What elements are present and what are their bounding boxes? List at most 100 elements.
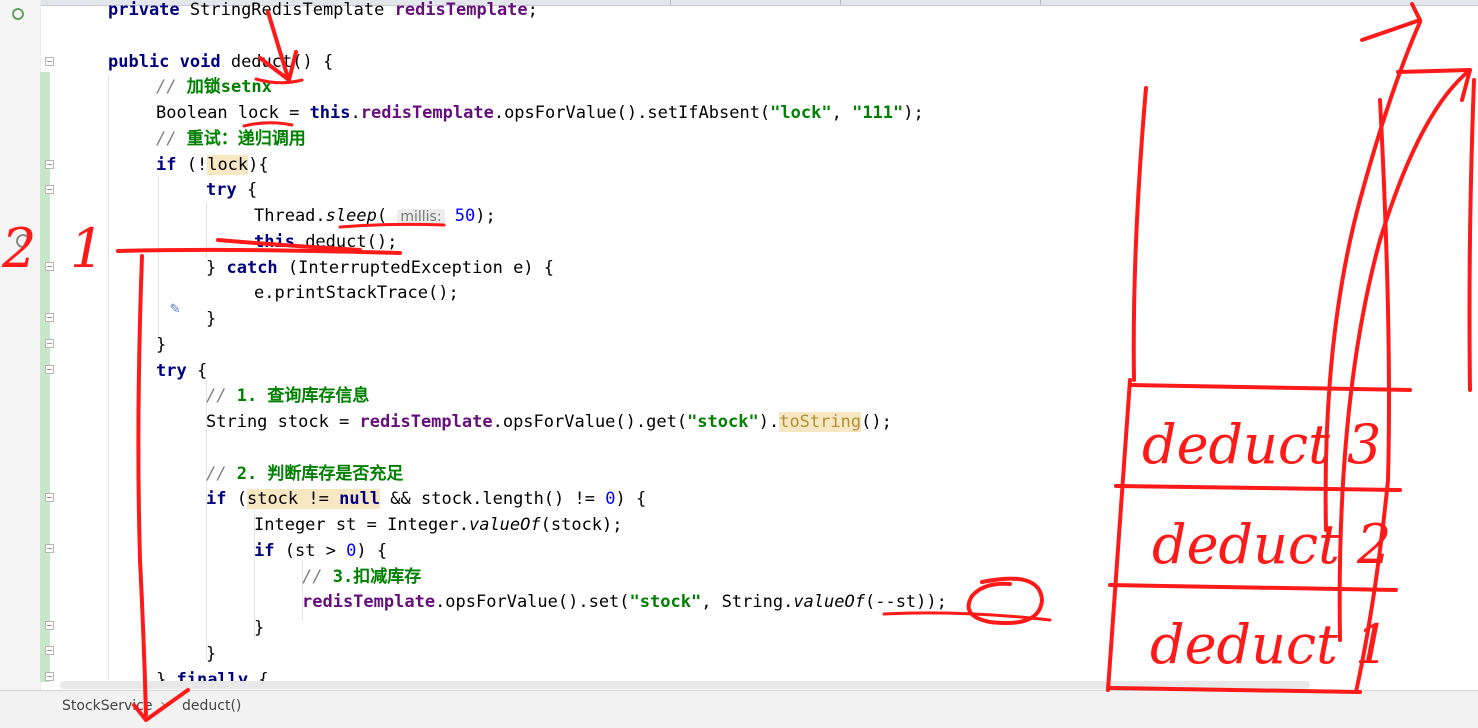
breadcrumb-method[interactable]: deduct() [182,698,241,714]
code-token: && stock.length() != [380,489,606,510]
code-token: , [831,103,853,123]
implemented-marker-icon[interactable] [12,8,24,20]
code-token: (! [186,154,208,175]
stack-frame-label: deduct 2 [1152,513,1392,576]
code-token: private [108,0,190,20]
code-token: 1. 查询库存信息 [236,386,370,407]
code-token: .opsForValue().get( [492,412,688,432]
code-token: sleep [325,206,377,226]
code-token: stock != [246,489,340,510]
code-token: millis: [397,209,445,225]
pin-icon: ✎ [170,298,180,317]
code-line[interactable]: if (!lock){ [156,153,269,177]
stack-box-edge [1354,98,1391,694]
code-line[interactable]: // 1. 查询库存信息 [206,384,369,408]
code-token: { [196,360,208,381]
code-token: . [350,103,361,123]
breadcrumb-separator-icon: › [160,695,168,716]
code-token: st [895,592,917,613]
breadcrumb: StockService › deduct() [0,690,1478,728]
fold-marker-icon[interactable] [45,646,54,655]
fold-marker-icon[interactable] [45,185,54,194]
code-token: lock [237,103,279,123]
code-token: 加锁setnx [186,77,272,98]
code-token: deduct() { [230,51,334,72]
code-line[interactable]: Thread.sleep( millis: 50); [254,204,496,228]
code-token: .deduct(); [294,231,398,252]
code-token: // [156,77,187,98]
fold-marker-icon[interactable] [45,160,54,169]
code-editor[interactable]: private StringRedisTemplate redisTemplat… [60,0,1150,690]
code-line[interactable]: } [206,642,216,666]
code-token: (); [861,412,892,432]
code-line[interactable]: // 重试：递归调用 [156,127,306,151]
code-token: null [339,489,381,510]
code-token: ( [236,489,247,510]
code-token: StringRedisTemplate [189,0,395,20]
code-token: e.printStackTrace(); [254,283,459,304]
code-token: if [254,540,285,561]
editor-gutter[interactable] [0,0,41,690]
return-arrow-head [1360,2,1422,42]
code-token: String stock = [206,412,360,432]
code-line[interactable]: } [156,333,166,357]
fold-marker-icon[interactable] [45,493,54,502]
code-line[interactable]: String stock = redisTemplate.opsForValue… [206,410,892,434]
code-token: } [206,643,217,664]
code-token: .opsForValue().set( [435,592,630,613]
code-line[interactable]: public void deduct() { [108,50,333,74]
code-token: .opsForValue().setIfAbsent( [493,103,771,123]
code-token: st [294,540,316,561]
code-token: if [206,489,237,510]
fold-marker-icon[interactable] [45,339,54,348]
code-token: "stock" [687,412,759,432]
code-token: > [315,540,347,561]
code-line[interactable]: Boolean lock = this.redisTemplate.opsFor… [156,101,924,125]
fold-marker-icon[interactable] [45,544,54,553]
code-token: redisTemplate [394,0,528,20]
code-token: "stock" [629,592,702,613]
code-token: if [156,154,187,175]
stack-box-edge [1114,484,1402,492]
code-token: )); [916,592,947,613]
code-line[interactable]: } [206,307,216,331]
code-line[interactable]: if (stock != null && stock.length() != 0… [206,487,646,511]
breadcrumb-class[interactable]: StockService [62,698,153,714]
code-line[interactable]: e.printStackTrace(); [254,281,459,305]
fold-marker-icon[interactable] [45,57,54,66]
stack-box-edge [1130,383,1412,392]
code-token: } [156,334,167,355]
code-line[interactable]: try { [206,178,257,202]
code-token: = [278,103,310,123]
fold-marker-icon[interactable] [45,365,54,374]
code-token: 重试：递归调用 [186,128,306,149]
code-token: { [246,180,258,201]
fold-marker-icon[interactable] [45,313,54,322]
code-token: Boolean [156,103,238,123]
code-line[interactable]: } [254,616,264,640]
code-line[interactable]: this.deduct(); [254,230,397,254]
fold-marker-icon[interactable] [45,672,54,681]
code-line[interactable]: } catch (InterruptedException e) { [206,256,554,280]
horizontal-scrollbar[interactable] [60,681,1310,689]
code-token: } [206,309,217,329]
code-line[interactable]: if (st > 0) { [254,539,387,563]
code-token: // [302,566,333,587]
code-line[interactable]: redisTemplate.opsForValue().set("stock",… [302,590,947,614]
code-token: // [206,386,237,407]
code-token: } [254,618,265,638]
code-token: catch [226,257,288,278]
code-token: this [254,231,295,252]
code-line[interactable]: // 2. 判断库存是否充足 [206,462,403,486]
code-line[interactable]: Integer st = Integer.valueOf(stock); [254,513,623,537]
fold-marker-icon[interactable] [45,262,54,271]
code-line[interactable]: // 加锁setnx [156,75,272,99]
code-token: valueOf [793,592,865,613]
code-token: , String. [701,592,794,613]
fold-marker-icon[interactable] [45,621,54,630]
code-line[interactable]: private StringRedisTemplate redisTemplat… [108,0,538,22]
code-line[interactable]: // 3.扣减库存 [302,565,421,589]
code-token: (InterruptedException e) { [287,257,555,278]
code-line[interactable]: try { [156,359,207,383]
code-token: 2. 判断库存是否充足 [236,463,404,484]
